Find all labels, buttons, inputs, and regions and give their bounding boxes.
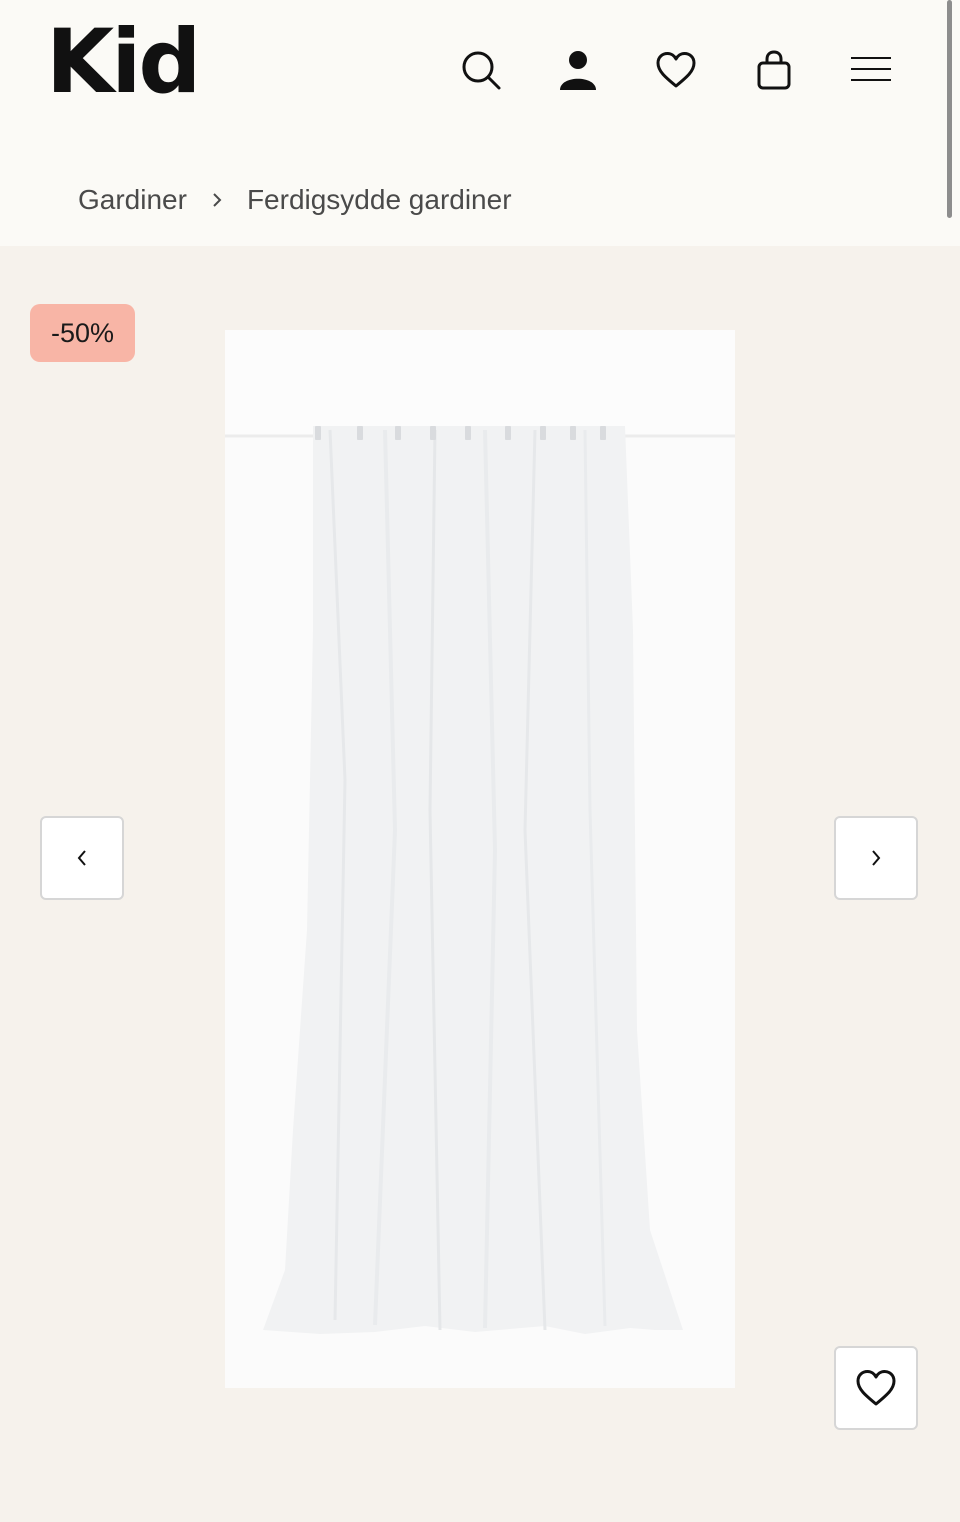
search-button[interactable] bbox=[457, 46, 505, 94]
scrollbar[interactable] bbox=[947, 0, 952, 218]
breadcrumb: Gardiner Ferdigsydde gardiner bbox=[78, 184, 512, 216]
discount-badge: -50% bbox=[30, 304, 135, 362]
prev-image-button[interactable] bbox=[40, 816, 124, 900]
account-icon bbox=[560, 51, 596, 90]
site-header: Kid Gardiner Ferdigsydde gardiner bbox=[0, 0, 960, 246]
product-gallery: -50% bbox=[0, 246, 960, 1522]
chevron-right-icon bbox=[211, 191, 223, 209]
next-image-button[interactable] bbox=[834, 816, 918, 900]
product-image[interactable] bbox=[225, 330, 735, 1388]
add-to-wishlist-button[interactable] bbox=[834, 1346, 918, 1430]
breadcrumb-item-ferdigsydde[interactable]: Ferdigsydde gardiner bbox=[247, 184, 512, 216]
heart-icon bbox=[656, 52, 696, 88]
breadcrumb-item-gardiner[interactable]: Gardiner bbox=[78, 184, 187, 216]
logo[interactable]: Kid bbox=[46, 18, 201, 106]
chevron-left-icon bbox=[77, 850, 86, 866]
chevron-right-icon bbox=[872, 850, 881, 866]
cart-button[interactable] bbox=[750, 46, 798, 94]
account-button[interactable] bbox=[554, 46, 602, 94]
wishlist-button[interactable] bbox=[652, 46, 700, 94]
search-icon bbox=[462, 51, 501, 90]
bag-icon bbox=[757, 50, 791, 90]
menu-button[interactable] bbox=[847, 46, 895, 94]
heart-icon bbox=[856, 1370, 896, 1406]
menu-icon bbox=[851, 57, 891, 81]
